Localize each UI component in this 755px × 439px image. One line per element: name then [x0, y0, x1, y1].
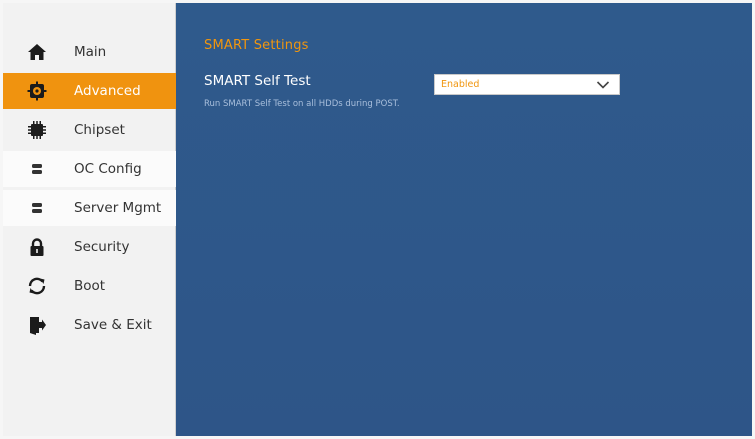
sidebar-item-label: Advanced: [74, 83, 141, 99]
sidebar: Main Advanced Chipset OC Config Server M…: [3, 3, 176, 436]
server-icon: [24, 156, 50, 182]
bios-window: Main Advanced Chipset OC Config Server M…: [0, 0, 755, 439]
dropdown-value: Enabled: [441, 79, 480, 90]
sidebar-item-label: Server Mgmt: [74, 200, 162, 216]
sidebar-item-label: Save & Exit: [74, 317, 152, 333]
sidebar-item-main[interactable]: Main: [3, 34, 176, 70]
sidebar-item-oc-config[interactable]: OC Config: [3, 151, 176, 187]
exit-icon: [24, 312, 50, 338]
sidebar-item-save-exit[interactable]: Save & Exit: [3, 307, 176, 343]
sidebar-item-label: Boot: [74, 278, 106, 294]
smart-self-test-dropdown[interactable]: Enabled: [434, 74, 620, 95]
section-title: SMART Settings: [204, 38, 309, 53]
sidebar-item-advanced[interactable]: Advanced: [3, 73, 176, 109]
nav-list: Main Advanced Chipset OC Config Server M…: [3, 34, 176, 346]
setting-description: Run SMART Self Test on all HDDs during P…: [204, 99, 400, 109]
sidebar-item-label: Chipset: [74, 122, 125, 138]
sidebar-item-boot[interactable]: Boot: [3, 268, 176, 304]
sidebar-item-chipset[interactable]: Chipset: [3, 112, 176, 148]
server-icon: [24, 195, 50, 221]
sidebar-item-label: Main: [74, 44, 107, 60]
lock-icon: [24, 234, 50, 260]
sidebar-item-server-mgmt[interactable]: Server Mgmt: [3, 190, 176, 226]
chip-icon: [24, 117, 50, 143]
sidebar-item-label: OC Config: [74, 161, 142, 177]
setting-label-smart-self-test: SMART Self Test: [204, 73, 311, 89]
gear-icon: [24, 78, 50, 104]
sidebar-item-label: Security: [74, 239, 130, 255]
refresh-icon: [24, 273, 50, 299]
settings-panel: SMART Settings SMART Self Test Run SMART…: [176, 3, 752, 436]
home-icon: [24, 39, 50, 65]
chevron-down-icon: [595, 77, 611, 93]
sidebar-item-security[interactable]: Security: [3, 229, 176, 265]
